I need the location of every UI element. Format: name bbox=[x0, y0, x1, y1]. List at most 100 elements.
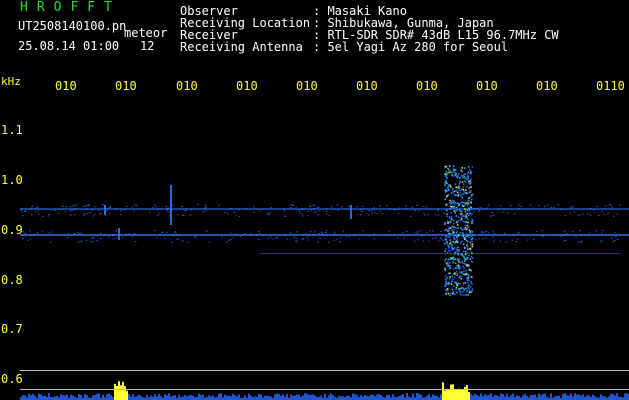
noise-speck bbox=[426, 232, 428, 234]
noise-speck bbox=[286, 238, 288, 240]
activity-bar bbox=[348, 395, 350, 400]
meteor-burst-pixel bbox=[462, 186, 465, 188]
activity-bar bbox=[188, 395, 190, 400]
activity-bar bbox=[110, 395, 112, 400]
activity-bar bbox=[276, 393, 278, 400]
activity-bar bbox=[518, 396, 520, 400]
meteor-burst-pixel bbox=[469, 258, 472, 260]
meteor-burst-pixel bbox=[453, 234, 456, 236]
noise-speck bbox=[328, 215, 330, 217]
meteor-burst-pixel bbox=[471, 195, 473, 198]
activity-bar bbox=[442, 382, 444, 400]
meteor-burst-pixel bbox=[466, 266, 469, 268]
meteor-burst-pixel bbox=[448, 247, 450, 249]
meteor-burst-pixel bbox=[457, 186, 460, 188]
noise-speck bbox=[115, 237, 118, 239]
noise-speck bbox=[434, 214, 437, 216]
activity-bar bbox=[166, 395, 168, 400]
meteor-burst-pixel bbox=[448, 229, 450, 232]
noise-speck bbox=[301, 238, 304, 240]
noise-speck bbox=[439, 237, 441, 239]
noise-speck bbox=[503, 208, 505, 210]
noise-speck bbox=[34, 211, 37, 213]
noise-speck bbox=[230, 232, 232, 234]
meteor-burst-pixel bbox=[464, 167, 466, 169]
activity-bar bbox=[482, 396, 484, 400]
meteor-burst-pixel bbox=[460, 261, 462, 264]
meteor-burst-pixel bbox=[457, 253, 459, 256]
activity-bar bbox=[134, 396, 136, 400]
noise-speck bbox=[166, 210, 168, 212]
noise-speck bbox=[182, 240, 184, 242]
meteor-burst-pixel bbox=[455, 190, 457, 192]
meteor-burst-pixel bbox=[465, 273, 468, 275]
noise-speck bbox=[422, 240, 424, 242]
noise-speck bbox=[99, 213, 101, 215]
meteor-burst-pixel bbox=[449, 262, 451, 264]
meteor-burst-pixel bbox=[453, 202, 455, 205]
noise-speck bbox=[104, 215, 107, 217]
meteor-burst-pixel bbox=[471, 288, 474, 290]
activity-bar bbox=[286, 393, 288, 400]
noise-speck bbox=[541, 230, 543, 232]
noise-speck bbox=[69, 206, 72, 208]
noise-speck bbox=[47, 215, 49, 217]
noise-speck bbox=[230, 208, 232, 209]
meteor-burst-pixel bbox=[450, 206, 452, 208]
noise-speck bbox=[485, 233, 488, 235]
noise-speck bbox=[517, 233, 519, 234]
noise-speck bbox=[153, 230, 156, 231]
activity-bar bbox=[152, 396, 154, 400]
meteor-burst-pixel bbox=[464, 208, 466, 210]
meteor-burst-pixel bbox=[466, 244, 468, 246]
meteor-burst-pixel bbox=[466, 252, 469, 255]
meteor-burst-pixel bbox=[450, 283, 453, 285]
activity-bar bbox=[406, 393, 408, 400]
meteor-burst-pixel bbox=[468, 289, 471, 291]
meteor-burst-pixel bbox=[451, 188, 454, 190]
noise-speck bbox=[515, 241, 518, 242]
meteor-burst-pixel bbox=[449, 227, 452, 229]
noise-speck bbox=[578, 241, 580, 243]
meteor-burst-pixel bbox=[455, 172, 458, 175]
meteor-burst-pixel bbox=[447, 261, 449, 263]
meteor-burst-pixel bbox=[448, 232, 450, 235]
meteor-burst-pixel bbox=[462, 176, 465, 178]
activity-bar bbox=[472, 395, 474, 400]
meteor-burst-pixel bbox=[466, 213, 469, 215]
noise-speck bbox=[560, 236, 563, 238]
noise-speck bbox=[225, 241, 228, 243]
meteor-burst-pixel bbox=[444, 268, 446, 270]
noise-speck bbox=[373, 238, 376, 240]
activity-bar bbox=[586, 395, 588, 400]
meteor-burst-pixel bbox=[454, 201, 457, 204]
meteor-burst-pixel bbox=[449, 272, 451, 275]
meteor-burst-pixel bbox=[465, 202, 467, 204]
activity-bar bbox=[376, 394, 378, 400]
meteor-burst-pixel bbox=[444, 260, 446, 263]
activity-bar bbox=[412, 393, 414, 400]
noise-speck bbox=[330, 206, 333, 208]
noise-speck bbox=[374, 211, 376, 213]
noise-speck bbox=[361, 211, 364, 212]
activity-bar bbox=[600, 394, 602, 400]
meteor-burst-pixel bbox=[460, 271, 463, 273]
noise-speck bbox=[323, 235, 325, 236]
meteor-burst-pixel bbox=[466, 178, 468, 181]
noise-speck bbox=[393, 209, 395, 211]
meteor-burst-pixel bbox=[451, 249, 453, 251]
noise-speck bbox=[397, 213, 400, 215]
noise-speck bbox=[454, 204, 457, 206]
activity-bar bbox=[440, 394, 442, 400]
meteor-burst-pixel bbox=[466, 209, 469, 211]
activity-bar bbox=[610, 393, 612, 400]
noise-speck bbox=[481, 231, 483, 233]
activity-bar bbox=[208, 395, 210, 400]
meteor-burst-pixel bbox=[458, 203, 461, 205]
meteor-burst-pixel bbox=[467, 284, 470, 287]
noise-speck bbox=[61, 205, 63, 207]
meteor-burst-pixel bbox=[451, 244, 453, 246]
meteor-burst-pixel bbox=[467, 240, 469, 243]
meteor-burst-pixel bbox=[446, 220, 449, 222]
activity-bar bbox=[296, 394, 298, 400]
